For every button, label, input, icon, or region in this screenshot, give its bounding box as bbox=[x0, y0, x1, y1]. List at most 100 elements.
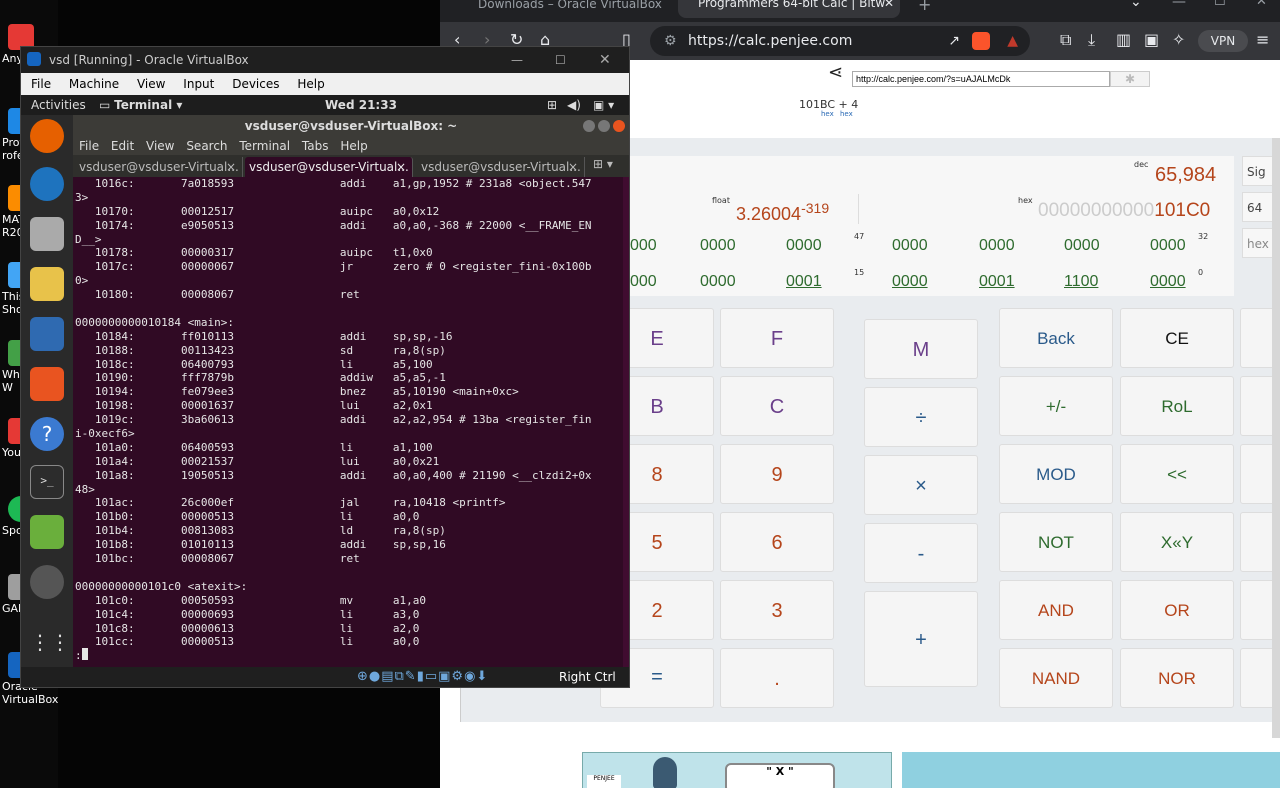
terminal-tab-3[interactable]: vsduser@vsduser-Virtual... × bbox=[417, 157, 585, 177]
terminal-menu-terminal[interactable]: Terminal bbox=[239, 139, 290, 153]
sidebar-icon[interactable]: ▥ bbox=[1116, 30, 1131, 49]
bit-group[interactable]: 0000 bbox=[892, 237, 928, 255]
url-bar[interactable]: ⚙ https://calc.penjee.com ↗ ▲ bbox=[650, 26, 1030, 56]
close-tab-icon[interactable]: × bbox=[226, 157, 236, 177]
key-nor[interactable]: NOR bbox=[1120, 648, 1234, 708]
share-link-icon[interactable]: ⋖ bbox=[828, 62, 843, 83]
bit-group[interactable]: 0000 bbox=[700, 237, 736, 255]
vbox-status-icons[interactable]: ⊕●▤⧉✎▮▭▣⚙◉⬇ bbox=[357, 667, 488, 687]
key-memory[interactable]: M bbox=[864, 319, 978, 379]
clock[interactable]: Wed 21:33 bbox=[325, 95, 397, 115]
key-3[interactable]: 3 bbox=[720, 580, 834, 640]
close-window-icon[interactable]: ✕ bbox=[1256, 0, 1267, 9]
terminal-menu-view[interactable]: View bbox=[146, 139, 174, 153]
vbox-menu-input[interactable]: Input bbox=[183, 77, 214, 91]
rhythmbox-icon[interactable] bbox=[30, 267, 64, 301]
terminal-tab-1[interactable]: vsduser@vsduser-Virtual... × bbox=[75, 157, 243, 177]
key-c[interactable]: C bbox=[720, 376, 834, 436]
maximize-icon[interactable] bbox=[598, 120, 610, 132]
volume-icon[interactable]: ◀) bbox=[567, 95, 581, 115]
key-or[interactable]: OR bbox=[1120, 580, 1234, 640]
terminal-tab-2[interactable]: vsduser@vsduser-Virtual... × bbox=[245, 157, 413, 177]
page-scrollbar[interactable] bbox=[1272, 138, 1280, 738]
key-f[interactable]: F bbox=[720, 308, 834, 368]
menu-icon[interactable]: ≡ bbox=[1256, 30, 1269, 49]
key-shift-left[interactable]: << bbox=[1120, 444, 1234, 504]
key-6[interactable]: 6 bbox=[720, 512, 834, 572]
leo-icon[interactable]: ✧ bbox=[1172, 30, 1185, 49]
bit-group[interactable]: 0001 bbox=[979, 273, 1015, 291]
browser-tab-calc[interactable]: Programmers 64-bit Calc | Bitw ✕ bbox=[678, 0, 900, 18]
key-negate[interactable]: +/- bbox=[999, 376, 1113, 436]
vbox-menu-devices[interactable]: Devices bbox=[232, 77, 279, 91]
site-settings-icon[interactable]: ⚙ bbox=[664, 26, 677, 56]
vbox-menu-file[interactable]: File bbox=[31, 77, 51, 91]
key-add[interactable]: + bbox=[864, 591, 978, 687]
bit-group[interactable]: 0001 bbox=[786, 273, 822, 291]
bit-group[interactable]: 0000 bbox=[1150, 273, 1186, 291]
key-clear-entry[interactable]: CE bbox=[1120, 308, 1234, 368]
brave-shields-icon[interactable] bbox=[972, 32, 990, 50]
terminal-menu-help[interactable]: Help bbox=[340, 139, 367, 153]
key-divide[interactable]: ÷ bbox=[864, 387, 978, 447]
bit-group[interactable]: 1100 bbox=[1064, 273, 1098, 291]
bit-group[interactable]: 0000 bbox=[892, 273, 928, 291]
key-x-shift-y[interactable]: X«Y bbox=[1120, 512, 1234, 572]
extensions-icon[interactable]: ⧉ bbox=[1060, 30, 1071, 50]
terminal-menu-edit[interactable]: Edit bbox=[111, 139, 134, 153]
new-tab-icon[interactable]: + bbox=[918, 0, 931, 14]
brave-rewards-icon[interactable]: ▲ bbox=[1007, 26, 1018, 56]
key-9[interactable]: 9 bbox=[720, 444, 834, 504]
key-back[interactable]: Back bbox=[999, 308, 1113, 368]
text-editor-icon[interactable] bbox=[30, 515, 64, 549]
vbox-menu-machine[interactable]: Machine bbox=[69, 77, 119, 91]
wallet-icon[interactable]: ▣ bbox=[1144, 30, 1159, 49]
terminal-menu-file[interactable]: File bbox=[79, 139, 99, 153]
key-mod[interactable]: MOD bbox=[999, 444, 1113, 504]
key-dot[interactable]: . bbox=[720, 648, 834, 708]
software-icon[interactable] bbox=[30, 367, 64, 401]
key-and[interactable]: AND bbox=[999, 580, 1113, 640]
bit-group[interactable]: 0000 bbox=[786, 237, 822, 255]
download-icon[interactable]: ⤓ bbox=[1088, 30, 1095, 50]
close-tab-icon[interactable]: ✕ bbox=[884, 0, 894, 10]
vbox-menu-view[interactable]: View bbox=[137, 77, 165, 91]
bit-group[interactable]: 000 bbox=[630, 273, 657, 291]
browser-tab-downloads[interactable]: Downloads – Oracle VirtualBox bbox=[458, 0, 668, 20]
thunderbird-icon[interactable] bbox=[30, 167, 64, 201]
close-icon[interactable] bbox=[613, 120, 625, 132]
bit-group[interactable]: 0000 bbox=[700, 273, 736, 291]
bit-group[interactable]: 0000 bbox=[1150, 237, 1186, 255]
minimize-icon[interactable]: — bbox=[511, 47, 523, 73]
show-apps-icon[interactable]: ⋮⋮⋮ bbox=[30, 625, 90, 659]
share-url-field[interactable] bbox=[852, 71, 1110, 87]
minimize-icon[interactable]: — bbox=[1172, 0, 1186, 10]
activities-button[interactable]: Activities bbox=[31, 95, 86, 115]
bit-group[interactable]: 000 bbox=[630, 237, 657, 255]
firefox-icon[interactable] bbox=[30, 119, 64, 153]
terminal-output[interactable]: 1016c: 7a018593 addi a1,gp,1952 # 231a8 … bbox=[73, 177, 629, 665]
close-window-icon[interactable]: ✕ bbox=[599, 47, 611, 73]
bit-group[interactable]: 0000 bbox=[1064, 237, 1100, 255]
files-icon[interactable] bbox=[30, 217, 64, 251]
terminal-menu-search[interactable]: Search bbox=[186, 139, 227, 153]
key-multiply[interactable]: × bbox=[864, 455, 978, 515]
power-icon[interactable]: ▣ ▾ bbox=[593, 95, 614, 115]
terminal-menu-tabs[interactable]: Tabs bbox=[302, 139, 329, 153]
maximize-icon[interactable]: ☐ bbox=[555, 47, 566, 73]
maximize-icon[interactable]: ☐ bbox=[1214, 0, 1226, 9]
key-not[interactable]: NOT bbox=[999, 512, 1113, 572]
new-tab-icon[interactable]: ⊞ ▾ bbox=[593, 157, 613, 171]
vpn-button[interactable]: VPN bbox=[1198, 30, 1248, 52]
terminal-scrollbar[interactable] bbox=[623, 177, 629, 667]
key-nand[interactable]: NAND bbox=[999, 648, 1113, 708]
vbox-menu-help[interactable]: Help bbox=[297, 77, 324, 91]
writer-icon[interactable] bbox=[30, 317, 64, 351]
key-subtract[interactable]: - bbox=[864, 523, 978, 583]
bit-group[interactable]: 0000 bbox=[979, 237, 1015, 255]
promo-banner[interactable]: PENJEE " X " bbox=[582, 752, 892, 788]
terminal-app-menu[interactable]: ▭ Terminal ▾ bbox=[99, 95, 182, 115]
terminal-icon[interactable]: >_ bbox=[30, 465, 64, 499]
pin-button[interactable]: ✱ bbox=[1110, 71, 1150, 87]
key-rotate-left[interactable]: RoL bbox=[1120, 376, 1234, 436]
